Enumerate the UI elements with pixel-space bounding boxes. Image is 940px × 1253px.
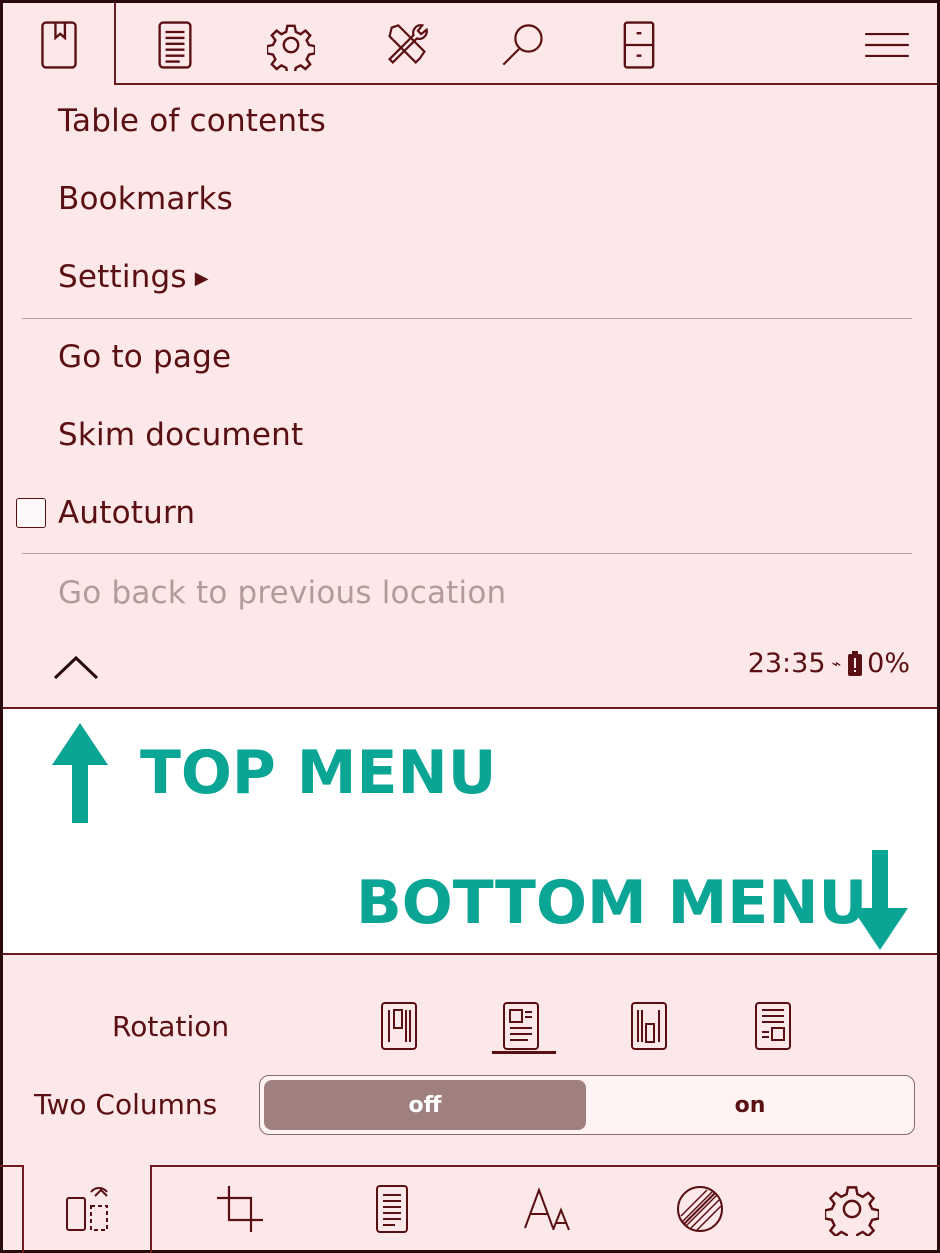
bottom-menu-annotation: BOTTOM MENU	[356, 868, 868, 938]
top-tab-bar	[3, 3, 937, 85]
document-icon[interactable]	[362, 1179, 422, 1239]
tools-icon[interactable]	[379, 15, 435, 75]
tab-rule	[0, 1165, 24, 1167]
toggle-on-option[interactable]: on	[590, 1080, 910, 1130]
tab-divider	[114, 3, 116, 85]
rotation-label: Rotation	[112, 1010, 230, 1043]
menu-item-settings-label: Settings	[58, 259, 187, 295]
book-icon[interactable]	[31, 15, 87, 75]
font-size-icon[interactable]	[518, 1179, 578, 1239]
status-bar: 23:35 ⌁ 0%	[748, 648, 910, 679]
rotation-90-icon[interactable]	[378, 1000, 422, 1058]
menu-item-go-back: Go back to previous location	[58, 575, 507, 611]
search-icon[interactable]	[495, 15, 551, 75]
wifi-icon: ⌁	[831, 654, 842, 673]
menu-item-bookmarks[interactable]: Bookmarks	[58, 181, 233, 217]
menu-item-autoturn[interactable]: Autoturn	[58, 495, 195, 531]
tab-divider	[150, 1165, 152, 1253]
menu-item-table-of-contents[interactable]: Table of contents	[58, 103, 326, 139]
two-columns-toggle: off on	[259, 1075, 915, 1135]
rotation-selected-indicator	[492, 1051, 556, 1054]
autoturn-checkbox[interactable]	[16, 498, 46, 528]
rotation-180-icon[interactable]	[752, 1000, 796, 1058]
menu-item-skim-document[interactable]: Skim document	[58, 417, 303, 453]
menu-item-go-to-page[interactable]: Go to page	[58, 339, 231, 375]
document-icon[interactable]	[147, 15, 203, 75]
rotation-270-icon[interactable]	[628, 1000, 672, 1058]
gear-icon[interactable]	[822, 1179, 882, 1239]
tab-divider	[22, 1165, 24, 1253]
arrow-down-icon	[852, 850, 908, 950]
crop-icon[interactable]	[210, 1179, 270, 1239]
hamburger-menu-icon[interactable]	[859, 15, 915, 75]
contrast-icon[interactable]	[670, 1179, 730, 1239]
menu-separator	[22, 318, 912, 319]
tab-rule	[116, 83, 937, 85]
menu-item-settings[interactable]: Settings ▶	[58, 259, 209, 295]
menu-separator	[22, 553, 912, 554]
battery-level: 0%	[867, 648, 910, 679]
cabinet-icon[interactable]	[611, 15, 667, 75]
toggle-off-option[interactable]: off	[264, 1080, 586, 1130]
two-columns-label: Two Columns	[34, 1088, 218, 1121]
clock: 23:35	[747, 648, 826, 679]
top-menu-annotation: TOP MENU	[140, 738, 497, 808]
submenu-arrow-icon: ▶	[194, 268, 209, 289]
tab-rule	[152, 1165, 940, 1167]
rotation-0-icon[interactable]	[500, 1000, 544, 1058]
bottom-tab-bar	[0, 1165, 940, 1253]
collapse-chevron-up-icon[interactable]	[50, 650, 102, 684]
arrow-up-icon	[52, 723, 108, 823]
page-rotate-icon[interactable]	[58, 1179, 118, 1239]
gear-icon[interactable]	[263, 15, 319, 75]
battery-icon	[848, 650, 863, 676]
